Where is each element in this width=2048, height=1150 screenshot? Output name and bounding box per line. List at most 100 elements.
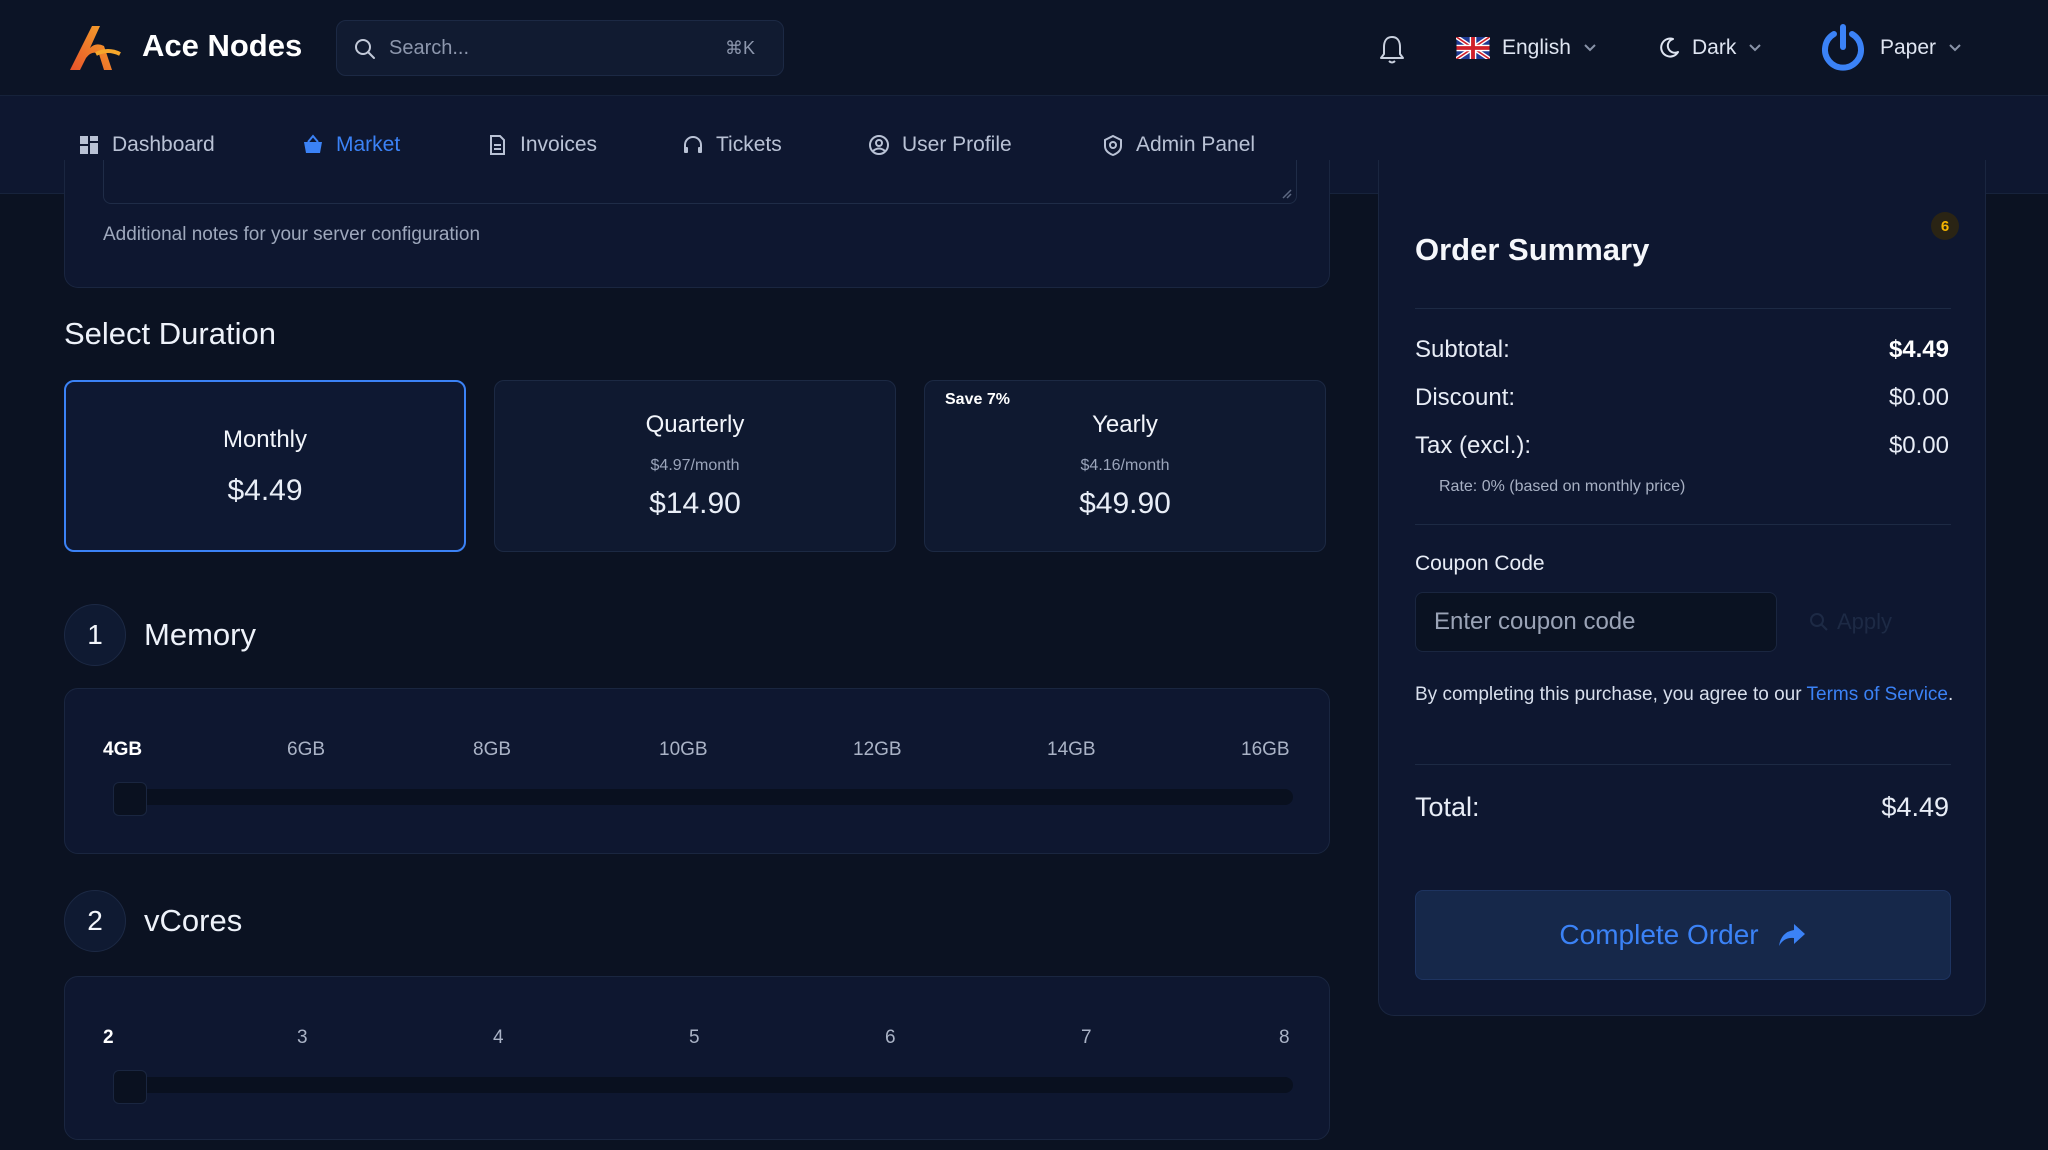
nav-label: Invoices [520, 133, 598, 156]
notification-badge: 6 [1931, 212, 1959, 240]
agree-text: By completing this purchase, you agree t… [1415, 684, 1802, 705]
resize-handle-icon[interactable] [1280, 187, 1292, 199]
step-title: vCores [144, 903, 243, 938]
divider [1415, 524, 1951, 525]
theme-selector[interactable]: Dark [1658, 26, 1762, 70]
step-number: 1 [64, 604, 126, 666]
duration-name: Quarterly [645, 411, 745, 438]
nav-label: User Profile [902, 133, 1012, 156]
step-title: Memory [144, 617, 256, 652]
divider [1415, 308, 1951, 309]
complete-order-label: Complete Order [1559, 919, 1759, 950]
chevron-down-icon [1749, 44, 1762, 52]
duration-monthly-card[interactable]: Monthly $4.49 [64, 380, 466, 552]
nav-label: Dashboard [112, 133, 215, 156]
power-avatar-icon [1822, 24, 1864, 71]
duration-price: $14.90 [649, 487, 741, 520]
ace-logo-icon[interactable] [66, 24, 122, 72]
apply-label: Apply [1837, 609, 1893, 634]
chevron-down-icon [1949, 44, 1961, 52]
tag-icon [1810, 613, 1828, 631]
basket-icon [304, 134, 322, 153]
terms-link[interactable]: Terms of Service [1807, 684, 1948, 705]
tax-label: Tax (excl.): [1415, 432, 1532, 459]
coupon-input[interactable] [1415, 592, 1777, 652]
grid-icon [80, 136, 98, 154]
memory-step-header: 1 Memory [64, 604, 256, 666]
duration-name: Monthly [222, 426, 308, 453]
memory-tick[interactable]: 12GB [853, 739, 902, 761]
agree-period: . [1947, 684, 1954, 705]
uk-flag-icon [1456, 37, 1490, 59]
vcores-slider-track[interactable] [127, 1077, 1293, 1093]
coupon-label: Coupon Code [1415, 552, 1545, 575]
tax-value: $0.00 [1888, 432, 1949, 459]
total-value: $4.49 [1881, 792, 1949, 822]
tax-rate-note: Rate: 0% (based on monthly price) [1439, 478, 1686, 495]
total-label: Total: [1415, 792, 1480, 822]
vcores-tick[interactable]: 6 [885, 1027, 896, 1049]
bell-icon[interactable] [1378, 34, 1406, 64]
memory-tick[interactable]: 8GB [473, 739, 511, 761]
brand-name[interactable]: Ace Nodes [142, 28, 302, 64]
notes-helper-text: Additional notes for your server configu… [103, 224, 481, 245]
shield-icon [1104, 134, 1122, 156]
search-placeholder: Search... [389, 37, 470, 59]
notes-textarea[interactable] [103, 160, 1297, 204]
memory-tick[interactable]: 6GB [287, 739, 325, 761]
save-badge: Save 7% [945, 391, 1010, 408]
memory-tick[interactable]: 10GB [659, 739, 708, 761]
nav-label: Market [336, 133, 401, 156]
divider [1415, 764, 1951, 765]
memory-slider-panel: 4GB 6GB 8GB 10GB 12GB 14GB 16GB [64, 688, 1330, 854]
share-arrow-icon [1778, 924, 1805, 946]
memory-slider-track[interactable] [127, 789, 1293, 805]
vcores-tick[interactable]: 2 [103, 1027, 114, 1049]
order-summary-panel: Order Summary 6 Subtotal: $4.49 Discount… [1378, 160, 1986, 1016]
language-label: English [1502, 36, 1571, 59]
step-number: 2 [64, 890, 126, 952]
nav-label: Admin Panel [1136, 133, 1256, 156]
duration-per-month: $4.97/month [650, 457, 740, 474]
vcores-slider-thumb[interactable] [113, 1070, 147, 1104]
vcores-tick[interactable]: 4 [493, 1027, 504, 1049]
duration-name: Yearly [1092, 411, 1158, 438]
memory-tick[interactable]: 14GB [1047, 739, 1096, 761]
duration-per-month: $4.16/month [1080, 457, 1170, 474]
discount-label: Discount: [1415, 384, 1516, 411]
vcores-tick[interactable]: 8 [1279, 1027, 1290, 1049]
search-shortcut: ⌘K [724, 38, 755, 58]
user-circle-icon [869, 135, 889, 155]
user-name: Paper [1880, 36, 1937, 59]
subtotal-label: Subtotal: [1415, 336, 1510, 363]
notes-panel: Additional notes for your server configu… [64, 160, 1330, 288]
complete-order-button[interactable]: Complete Order [1415, 890, 1951, 980]
memory-tick[interactable]: 4GB [103, 739, 142, 761]
moon-icon [1660, 37, 1679, 58]
vcores-tick[interactable]: 5 [689, 1027, 700, 1049]
top-bar: Ace Nodes Search... ⌘K English Dark Pape… [0, 0, 2048, 96]
duration-quarterly-card[interactable]: Quarterly $4.97/month $14.90 [494, 380, 896, 552]
user-menu[interactable]: Paper [1818, 22, 1962, 74]
vcores-step-header: 2 vCores [64, 890, 242, 952]
headset-icon [684, 136, 702, 153]
duration-yearly-card[interactable]: Save 7% Yearly $4.16/month $49.90 [924, 380, 1326, 552]
discount-value: $0.00 [1888, 384, 1949, 411]
duration-price: $49.90 [1079, 487, 1171, 520]
apply-coupon-button[interactable]: Apply [1793, 592, 1943, 652]
memory-slider-thumb[interactable] [113, 782, 147, 816]
document-icon [490, 135, 505, 155]
chevron-down-icon [1584, 44, 1596, 52]
vcores-tick[interactable]: 3 [297, 1027, 308, 1049]
duration-price: $4.49 [227, 474, 303, 507]
search-box[interactable]: Search... ⌘K [336, 20, 784, 76]
nav-label: Tickets [716, 133, 782, 156]
memory-tick[interactable]: 16GB [1241, 739, 1290, 761]
vcores-slider-panel: 2 3 4 5 6 7 8 [64, 976, 1330, 1140]
theme-label: Dark [1692, 36, 1737, 59]
language-selector[interactable]: English [1456, 26, 1597, 70]
vcores-tick[interactable]: 7 [1081, 1027, 1092, 1049]
search-icon [355, 39, 375, 59]
subtotal-value: $4.49 [1888, 336, 1949, 363]
duration-title: Select Duration [64, 316, 276, 351]
